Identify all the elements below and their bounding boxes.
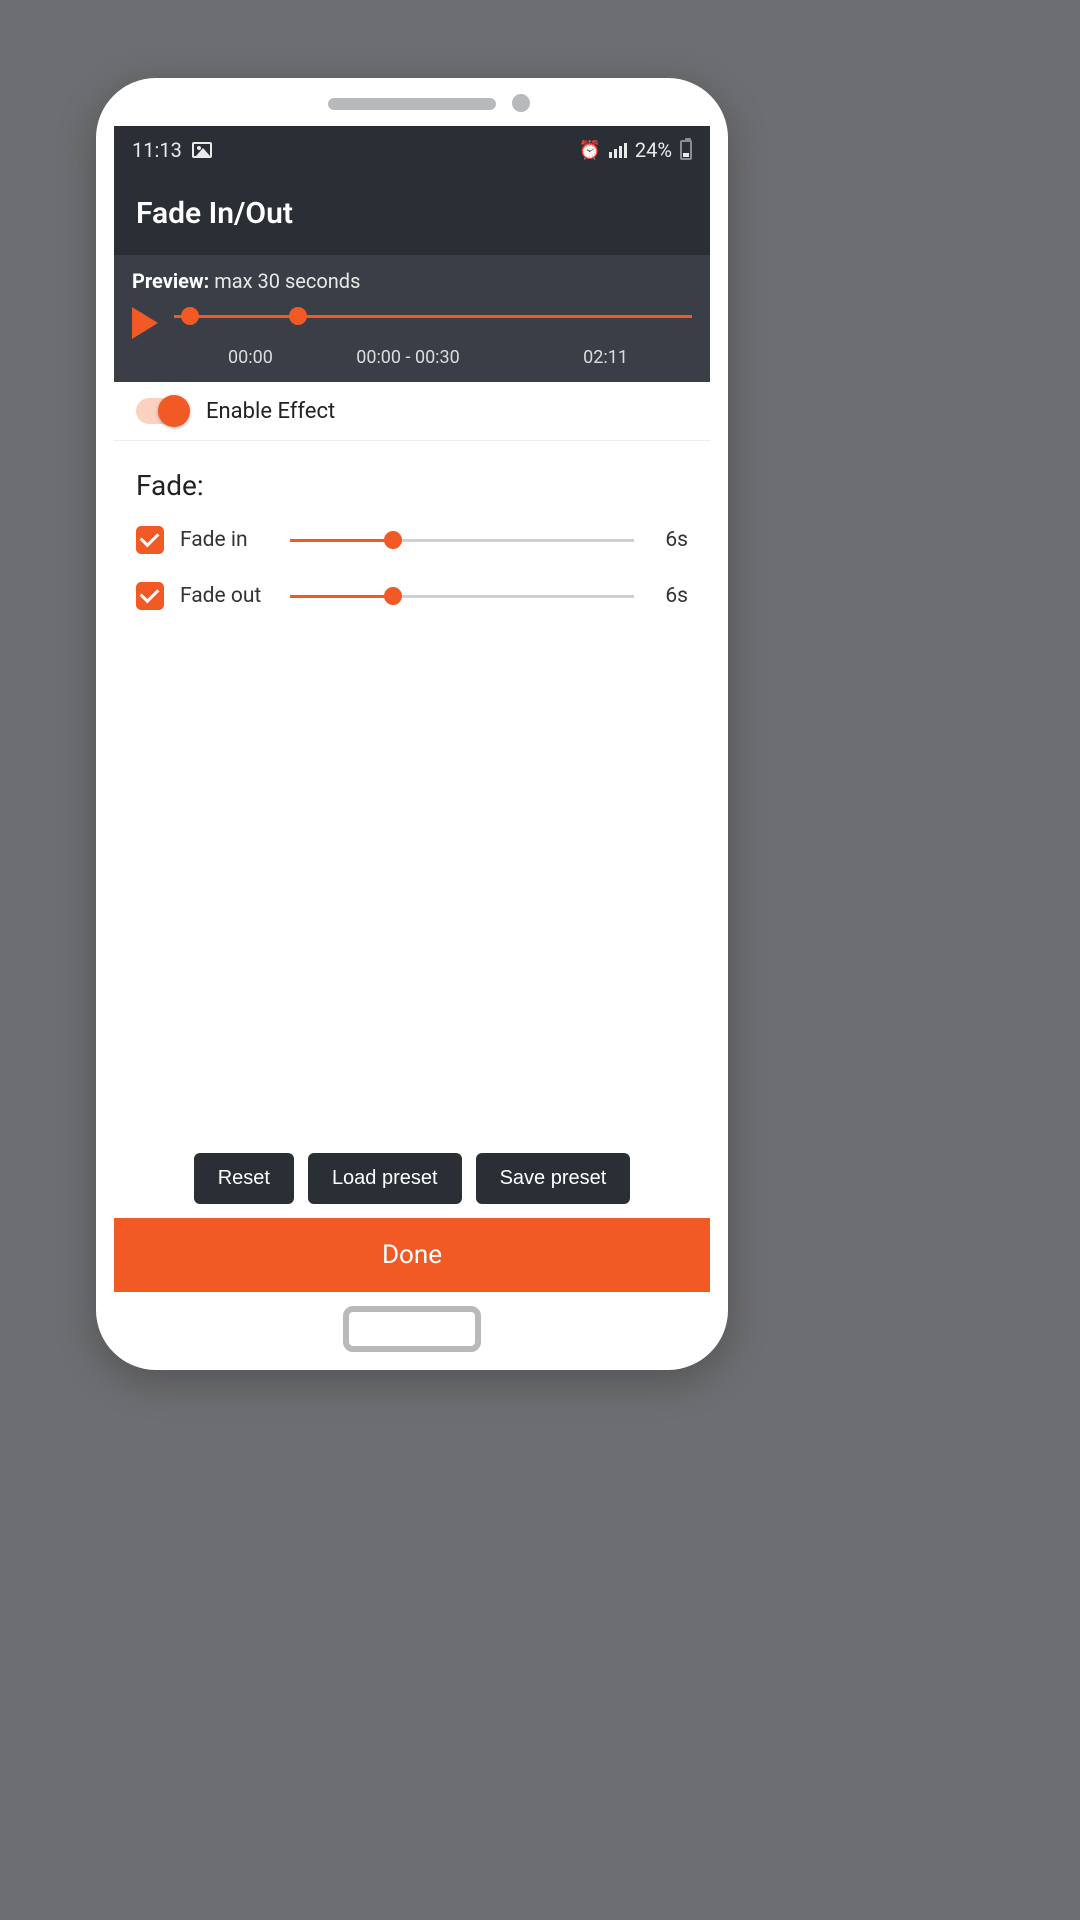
page-title: Fade In/Out	[136, 196, 688, 231]
preview-timeline[interactable]	[174, 303, 692, 343]
save-preset-button[interactable]: Save preset	[476, 1153, 631, 1204]
play-button[interactable]	[132, 307, 158, 339]
timeline-time-start: 00:00	[228, 347, 273, 368]
enable-effect-label: Enable Effect	[206, 399, 335, 424]
slider-fill	[290, 539, 393, 542]
phone-frame: 11:13 ⏰ 24% Fade In/Out Preview: max 30 …	[96, 78, 728, 1370]
fade-out-checkbox[interactable]	[136, 582, 164, 610]
fade-out-value: 6s	[650, 584, 688, 608]
spacer	[114, 648, 710, 1141]
fade-in-checkbox[interactable]	[136, 526, 164, 554]
status-time: 11:13	[132, 138, 182, 162]
timeline-labels: 00:00 00:00 - 00:30 02:11	[132, 347, 692, 368]
slider-thumb[interactable]	[384, 587, 402, 605]
status-bar: 11:13 ⏰ 24%	[114, 126, 710, 174]
preview-section: Preview: max 30 seconds 00:00 00:00 - 00…	[114, 255, 710, 382]
signal-icon	[609, 143, 627, 158]
slider-thumb[interactable]	[384, 531, 402, 549]
timeline-handle-start[interactable]	[181, 307, 199, 325]
fade-section: Fade: Fade in 6s Fade out	[114, 441, 710, 648]
fade-in-slider[interactable]	[290, 530, 634, 550]
fade-out-slider[interactable]	[290, 586, 634, 606]
timeline-handle-end[interactable]	[289, 307, 307, 325]
timeline-track	[174, 315, 692, 318]
fade-in-row: Fade in 6s	[136, 526, 688, 554]
preview-label-pref出violent: Preview:	[132, 269, 209, 293]
battery-icon	[680, 140, 692, 160]
preset-button-row: Reset Load preset Save preset	[114, 1141, 710, 1218]
status-battery-text: 24%	[635, 138, 672, 162]
enable-effect-row: Enable Effect	[114, 382, 710, 441]
phone-speaker	[328, 98, 496, 110]
load-preset-button[interactable]: Load preset	[308, 1153, 462, 1204]
fade-in-value: 6s	[650, 528, 688, 552]
fade-heading: Fade:	[136, 469, 688, 502]
fade-in-label: Fade in	[180, 528, 274, 552]
fade-out-label: Fade out	[180, 584, 274, 608]
screen: 11:13 ⏰ 24% Fade In/Out Preview: max 30 …	[114, 126, 710, 1292]
preview-label-text: max 30 seconds	[214, 269, 360, 293]
slider-fill	[290, 595, 393, 598]
phone-home-button[interactable]	[343, 1306, 481, 1352]
alarm-icon: ⏰	[578, 140, 600, 161]
timeline-time-range: 00:00 - 00:30	[356, 347, 460, 368]
app-header: Fade In/Out	[114, 174, 710, 255]
image-icon	[192, 142, 212, 158]
phone-camera	[512, 94, 530, 112]
enable-effect-toggle[interactable]	[136, 398, 188, 424]
timeline-time-end: 02:11	[583, 347, 628, 368]
preview-label: Preview: max 30 seconds	[132, 269, 692, 293]
reset-button[interactable]: Reset	[194, 1153, 294, 1204]
toggle-knob	[158, 395, 190, 427]
fade-out-row: Fade out 6s	[136, 582, 688, 610]
done-button[interactable]: Done	[114, 1218, 710, 1292]
